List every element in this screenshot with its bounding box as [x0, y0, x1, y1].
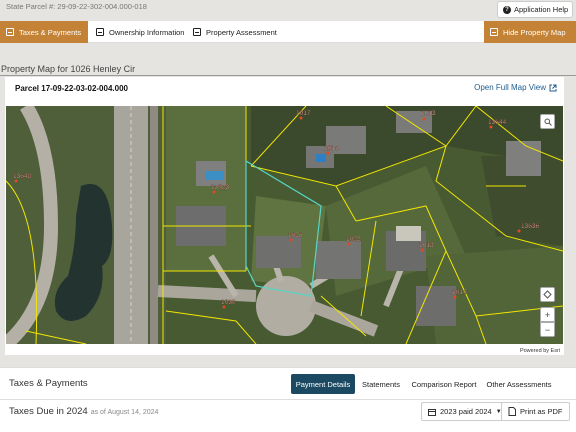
divider: [0, 75, 576, 76]
section-divider: [0, 399, 576, 400]
taxes-due-date: as of August 14, 2024: [90, 409, 159, 416]
receipt-icon: [6, 28, 14, 36]
map-section-title: Property Map for 1026 Henley Cir: [1, 64, 136, 74]
property-map-panel: Parcel 17-09-22-03-02-004.000 Open Full …: [5, 77, 564, 355]
subtab-statements[interactable]: Statements: [358, 374, 404, 394]
taxes-heading: Taxes & Payments: [9, 378, 88, 389]
svg-text:1013: 1013: [421, 110, 436, 117]
subtab-payment-details[interactable]: Payment Details: [291, 374, 355, 394]
hide-property-map-button[interactable]: Hide Property Map: [484, 21, 576, 43]
application-help-button[interactable]: ? Application Help: [497, 1, 573, 18]
hide-property-map-label: Hide Property Map: [503, 27, 566, 37]
calendar-icon: [428, 408, 436, 416]
taxes-payments-section: Taxes & Payments Payment Details Stateme…: [0, 367, 576, 432]
svg-text:13644: 13644: [488, 119, 506, 126]
tab-taxes-payments[interactable]: Taxes & Payments: [0, 21, 88, 43]
svg-text:1018: 1018: [419, 242, 434, 249]
tab-property-assessment[interactable]: Property Assessment: [193, 21, 277, 43]
subtab-other-assessments[interactable]: Other Assessments: [484, 374, 554, 394]
top-bar: State Parcel #: 29-09-22-302-004.000-018…: [0, 0, 576, 20]
search-icon: [544, 118, 552, 126]
svg-text:1014: 1014: [452, 289, 467, 296]
svg-text:1026: 1026: [288, 232, 303, 239]
pdf-icon: [508, 407, 516, 416]
print-pdf-label: Print as PDF: [520, 407, 563, 416]
svg-text:13623: 13623: [211, 184, 229, 191]
zoom-out-button[interactable]: −: [540, 322, 555, 337]
locate-icon: [543, 290, 552, 299]
powered-by-esri: Powered by Esri: [519, 348, 560, 354]
tab-taxes-payments-label: Taxes & Payments: [19, 27, 82, 37]
subtab-comparison-report[interactable]: Comparison Report: [409, 374, 479, 394]
application-help-label: Application Help: [514, 5, 569, 14]
document-icon: [96, 28, 104, 36]
print-pdf-button[interactable]: Print as PDF: [501, 402, 570, 421]
map-search-button[interactable]: [540, 114, 555, 129]
open-full-map-link[interactable]: Open Full Map View: [474, 83, 557, 92]
map-locate-button[interactable]: [540, 287, 555, 302]
tax-year-select[interactable]: 2023 paid 2024 ▼: [421, 402, 509, 421]
svg-text:13648: 13648: [13, 173, 31, 180]
svg-text:1030: 1030: [221, 299, 236, 306]
parcel-label: Parcel 17-09-22-03-02-004.000: [15, 84, 128, 93]
state-parcel-number: State Parcel #: 29-09-22-302-004.000-018: [6, 2, 147, 11]
open-full-map-label: Open Full Map View: [474, 83, 546, 92]
svg-text:1015: 1015: [324, 145, 339, 152]
aerial-map-canvas: 1017 1013 13644 1015 13623 1026 1022 101…: [6, 106, 563, 344]
aerial-map[interactable]: 1017 1013 13644 1015 13623 1026 1022 101…: [6, 106, 563, 344]
svg-text:1022: 1022: [346, 236, 361, 243]
external-link-icon: [549, 84, 557, 91]
taxes-due-label: Taxes Due in 2024: [9, 406, 88, 417]
tax-year-select-value: 2023 paid 2024: [440, 407, 492, 416]
taxes-due-heading: Taxes Due in 2024 as of August 14, 2024: [9, 406, 158, 417]
plus-icon: +: [544, 309, 551, 320]
main-tab-bar: Taxes & Payments Ownership Information P…: [0, 21, 576, 43]
map-icon: [490, 28, 498, 36]
question-icon: ?: [503, 5, 511, 14]
zoom-in-button[interactable]: +: [540, 307, 555, 322]
tab-ownership-information[interactable]: Ownership Information: [96, 21, 184, 43]
svg-text:1017: 1017: [296, 110, 311, 117]
tab-ownership-label: Ownership Information: [109, 27, 185, 37]
minus-icon: −: [544, 324, 551, 335]
clipboard-icon: [193, 28, 201, 36]
tab-assessment-label: Property Assessment: [206, 27, 277, 37]
svg-text:13636: 13636: [521, 223, 539, 230]
